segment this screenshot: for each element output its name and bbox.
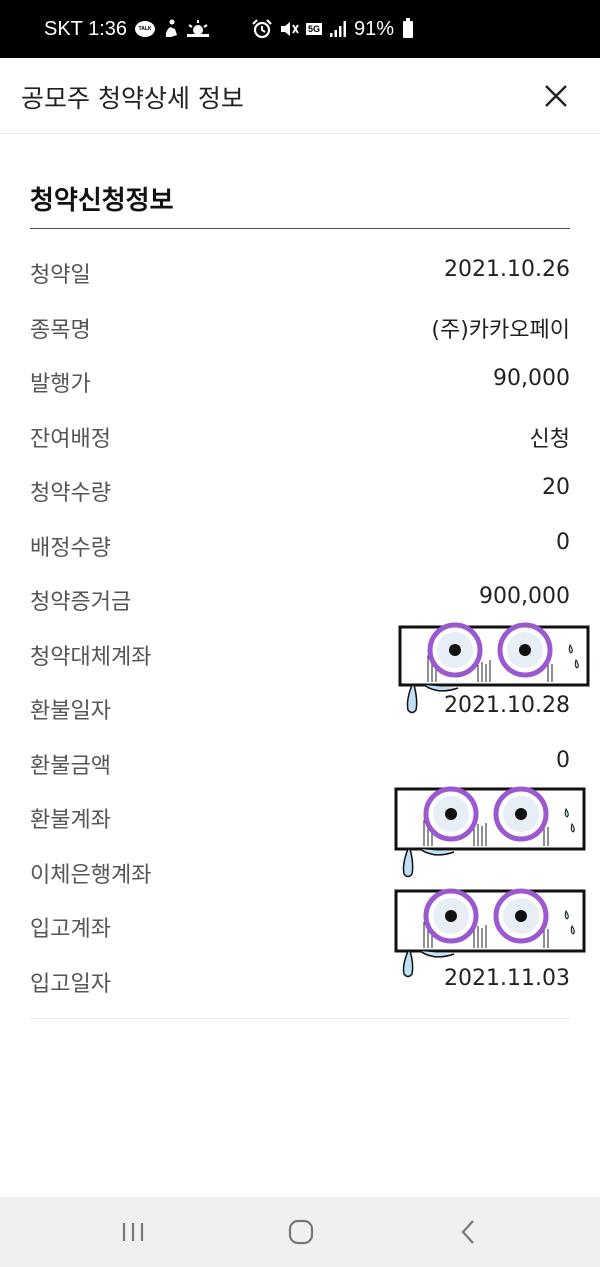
info-row-label: 발행가 — [30, 372, 91, 397]
info-row-label: 청약증거금 — [30, 590, 132, 615]
info-row: 발행가 90,000 — [30, 354, 570, 409]
info-row-value: 0 — [556, 747, 570, 773]
battery-icon — [403, 17, 414, 38]
alarm-icon — [252, 19, 272, 39]
info-row-label: 청약일 — [30, 263, 91, 288]
info-row-value: 0 — [556, 529, 570, 555]
info-row-label: 환불일자 — [30, 699, 111, 724]
weather-icon — [187, 20, 210, 38]
info-row-label: 입고일자 — [30, 971, 111, 997]
kakaotalk-icon: TALK — [135, 21, 156, 37]
status-bar: SKT 1:36 TALK 5G 91% — [0, 0, 600, 58]
info-row-value: 900,000 — [479, 584, 570, 609]
info-row-label: 환불금액 — [30, 753, 111, 779]
info-row: 잔여배정 신청 — [30, 409, 570, 464]
recent-apps-button[interactable] — [116, 1215, 150, 1249]
info-row-label: 잔여배정 — [30, 426, 111, 452]
home-button[interactable] — [284, 1215, 318, 1249]
back-button[interactable] — [452, 1215, 486, 1249]
info-row: 청약일 2021.10.26 — [30, 245, 570, 300]
home-icon — [288, 1219, 314, 1245]
info-row-label: 배정수량 — [30, 535, 111, 561]
system-nav-bar — [0, 1197, 600, 1267]
censor-sticker-2 — [394, 786, 586, 878]
censor-sticker-1 — [398, 622, 590, 714]
battery-percent: 91% — [354, 17, 395, 40]
censor-sticker-3 — [394, 888, 586, 978]
recent-apps-icon — [122, 1223, 144, 1241]
info-row: 배정수량 0 — [30, 518, 570, 573]
bottom-divider — [30, 1018, 570, 1019]
info-row-label: 입고계좌 — [30, 917, 111, 942]
info-row-value: 20 — [542, 475, 570, 500]
info-row-value: (주)카카오페이 — [431, 317, 570, 343]
info-row: 청약수량 20 — [30, 463, 570, 518]
info-row-label: 환불계좌 — [30, 808, 111, 833]
info-row: 청약증거금 900,000 — [30, 572, 570, 627]
page-title: 공모주 청약상세 정보 — [21, 84, 244, 113]
section-divider — [30, 228, 570, 229]
info-row-label: 청약대체계좌 — [30, 644, 152, 670]
signal-icon — [329, 20, 347, 38]
info-row-value: 2021.10.26 — [444, 257, 570, 282]
info-row-label: 청약수량 — [30, 481, 111, 506]
back-icon — [461, 1220, 474, 1244]
info-row-value: 90,000 — [493, 366, 570, 391]
info-row-label: 종목명 — [30, 317, 91, 343]
info-row-label: 이체은행계좌 — [30, 862, 152, 888]
info-row-value: 신청 — [529, 426, 570, 452]
info-row: 종목명 (주)카카오페이 — [30, 300, 570, 355]
app-header: 공모주 청약상세 정보 — [0, 58, 600, 134]
section-title: 청약신청정보 — [30, 186, 174, 216]
talk-label: TALK — [135, 21, 156, 37]
close-button[interactable] — [538, 78, 574, 114]
network-5g-icon: 5G — [306, 23, 323, 35]
runner-icon — [163, 19, 179, 39]
close-icon — [545, 85, 567, 107]
mute-icon — [279, 19, 299, 39]
carrier-time: SKT 1:36 — [44, 17, 128, 40]
